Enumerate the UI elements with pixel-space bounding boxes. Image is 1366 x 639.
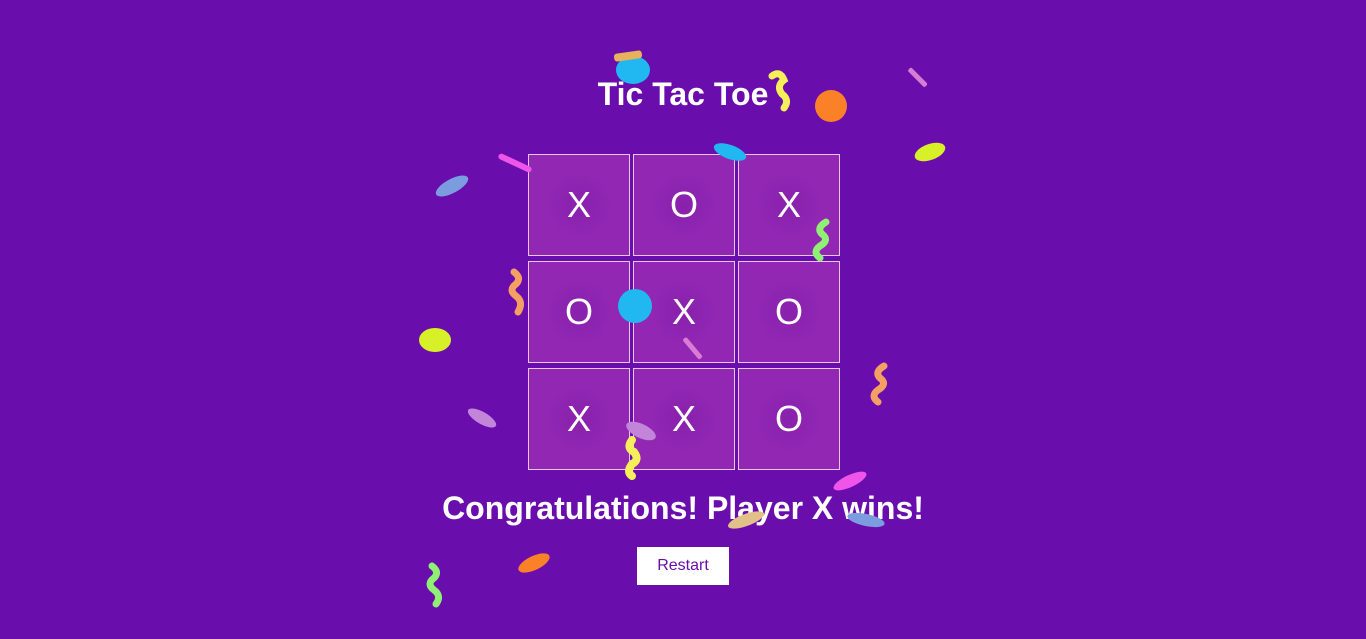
restart-button[interactable]: Restart [637, 547, 729, 585]
board-cell-1-2[interactable]: O [633, 154, 735, 256]
board-cell-2-3[interactable]: O [738, 261, 840, 363]
confetti-piece [508, 268, 525, 316]
confetti-piece [435, 175, 469, 197]
confetti-piece [467, 408, 497, 428]
game-title: Tic Tac Toe [597, 76, 769, 112]
board-cell-3-2[interactable]: X [633, 368, 735, 470]
confetti-piece [419, 328, 451, 352]
board-cell-1-1[interactable]: X [528, 154, 630, 256]
game-board: X O X O X O X X O [528, 154, 840, 470]
confetti-piece [426, 562, 443, 608]
confetti-piece [914, 142, 946, 162]
game-page: Tic Tac Toe X O X O X O X X O Congratula… [0, 0, 1366, 639]
board-cell-2-2[interactable]: X [633, 261, 735, 363]
confetti-piece [518, 553, 550, 573]
board-cell-3-3[interactable]: O [738, 368, 840, 470]
board-cell-3-1[interactable]: X [528, 368, 630, 470]
board-cell-1-3[interactable]: X [738, 154, 840, 256]
win-message: Congratulations! Player X wins! [442, 490, 924, 526]
board-cell-2-1[interactable]: O [528, 261, 630, 363]
confetti-piece [613, 50, 643, 62]
confetti-piece [870, 362, 888, 406]
